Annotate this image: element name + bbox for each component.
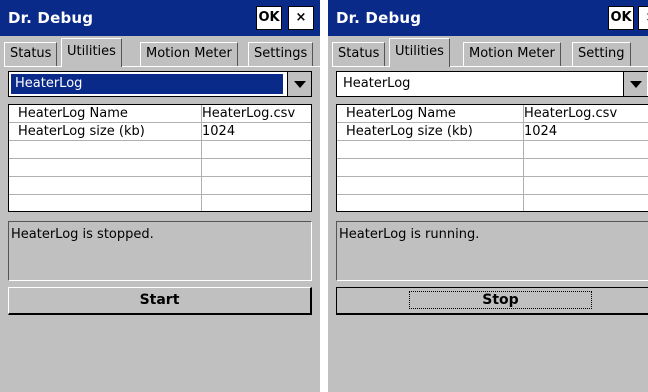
status-message: HeaterLog is stopped.	[11, 227, 154, 242]
status-message: HeaterLog is running.	[339, 227, 480, 242]
property-value: HeaterLog.csv	[524, 106, 618, 121]
chevron-down-icon	[294, 81, 306, 88]
tab-motion-meter[interactable]: Motion Meter	[140, 42, 238, 66]
log-properties-table: HeaterLog Name HeaterLog.csv HeaterLog s…	[8, 104, 312, 212]
table-row-empty	[337, 177, 648, 195]
tab-settings[interactable]: Settings	[248, 42, 314, 66]
property-value: 1024	[524, 124, 558, 139]
tab-panel-edge	[332, 66, 648, 67]
table-row-empty	[9, 159, 311, 177]
log-selector-dropdown[interactable]: HeaterLog	[336, 71, 648, 97]
tab-panel-edge	[4, 66, 320, 67]
table-row-empty	[9, 195, 311, 211]
dropdown-value: HeaterLog	[343, 76, 411, 91]
table-row: HeaterLog size (kb) 1024	[337, 123, 648, 141]
ok-button[interactable]: OK	[608, 6, 634, 30]
property-name: HeaterLog size (kb)	[18, 124, 145, 139]
window-title: Dr. Debug	[8, 9, 94, 27]
table-row-empty	[9, 141, 311, 159]
dropdown-arrow-button[interactable]	[287, 72, 311, 96]
tab-motion-meter[interactable]: Motion Meter	[463, 42, 561, 66]
table-row-empty	[337, 141, 648, 159]
status-message-box: HeaterLog is stopped.	[8, 221, 312, 281]
property-name: HeaterLog size (kb)	[346, 124, 473, 139]
window-title: Dr. Debug	[336, 9, 422, 27]
tab-utilities[interactable]: Utilities	[389, 38, 450, 67]
title-bar: Dr. Debug OK ×	[0, 0, 320, 36]
table-row-empty	[9, 177, 311, 195]
property-value: 1024	[202, 124, 236, 139]
table-row-empty	[337, 159, 648, 177]
tab-strip: Status Utilities Motion Meter Settings	[4, 38, 320, 67]
log-properties-table: HeaterLog Name HeaterLog.csv HeaterLog s…	[336, 104, 648, 212]
start-button[interactable]: Start	[8, 287, 312, 315]
tab-status[interactable]: Status	[332, 42, 386, 66]
start-button-label: Start	[139, 292, 180, 308]
title-bar: Dr. Debug OK ×	[328, 0, 648, 36]
dropdown-value: HeaterLog	[10, 73, 284, 95]
ok-button[interactable]: OK	[256, 6, 282, 30]
tab-settings[interactable]: Setting	[572, 42, 631, 66]
table-row: HeaterLog Name HeaterLog.csv	[337, 105, 648, 123]
table-row: HeaterLog size (kb) 1024	[9, 123, 311, 141]
device-screen-running: Dr. Debug OK × Status Utilities Motion M…	[328, 0, 648, 392]
tab-status[interactable]: Status	[4, 42, 58, 66]
tab-strip: Status Utilities Motion Meter Setting	[332, 38, 648, 67]
close-button[interactable]: ×	[288, 6, 314, 30]
dropdown-arrow-button[interactable]	[623, 72, 647, 96]
tab-utilities[interactable]: Utilities	[61, 38, 122, 67]
property-name: HeaterLog Name	[18, 106, 128, 121]
stop-button[interactable]: Stop	[336, 287, 648, 315]
property-name: HeaterLog Name	[346, 106, 456, 121]
device-screen-stopped: Dr. Debug OK × Status Utilities Motion M…	[0, 0, 320, 392]
log-selector-dropdown[interactable]: HeaterLog	[8, 71, 312, 97]
status-message-box: HeaterLog is running.	[336, 221, 648, 281]
close-button[interactable]: ×	[638, 6, 648, 30]
property-value: HeaterLog.csv	[202, 106, 296, 121]
table-row-empty	[337, 195, 648, 211]
chevron-down-icon	[630, 81, 642, 88]
table-row: HeaterLog Name HeaterLog.csv	[9, 105, 311, 123]
stop-button-label: Stop	[409, 291, 592, 309]
